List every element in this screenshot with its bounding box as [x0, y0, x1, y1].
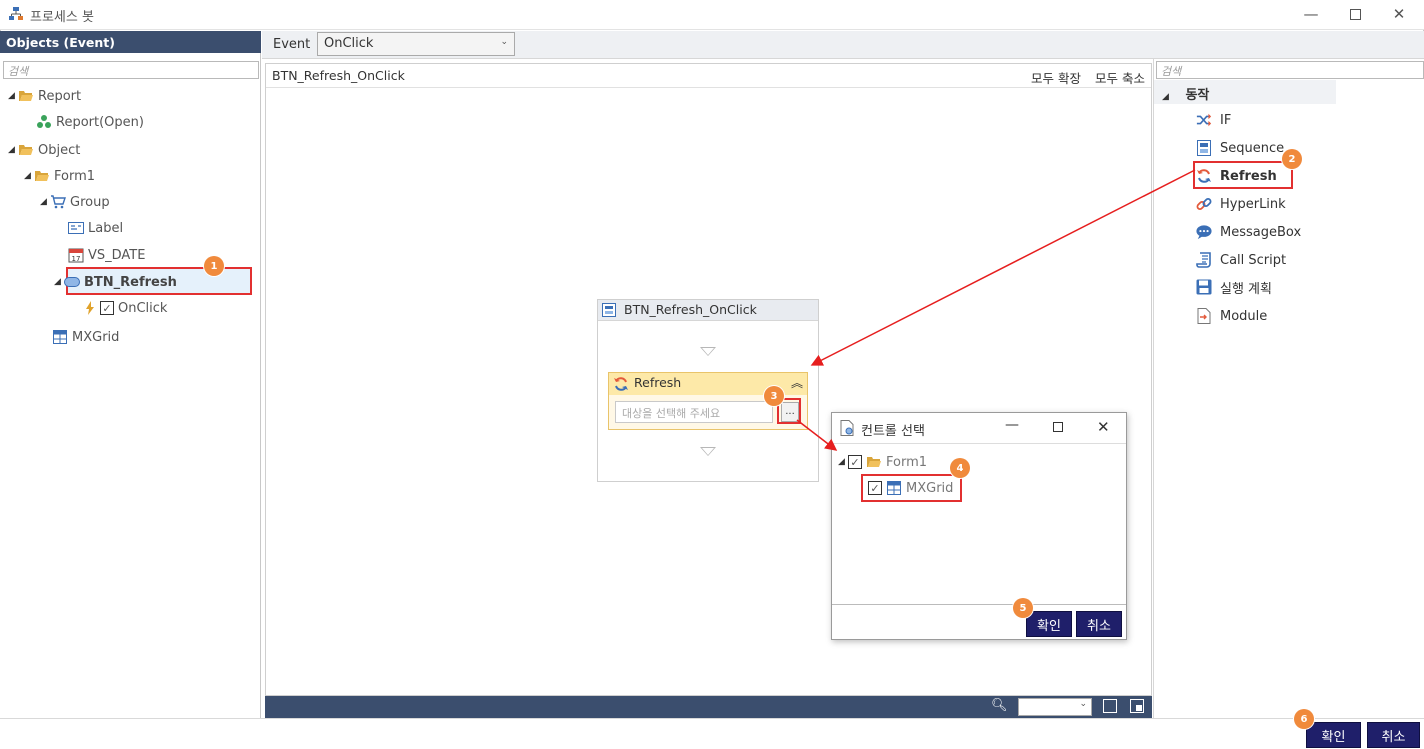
step-badge-4: 4	[950, 458, 970, 478]
step-badge-2: 2	[1282, 149, 1302, 169]
step-badge-1: 1	[204, 256, 224, 276]
arrow-button-to-dialog	[796, 419, 838, 451]
step-badge-6: 6	[1294, 709, 1314, 729]
arrow-refresh-to-node	[810, 169, 1196, 366]
step-badge-5: 5	[1013, 598, 1033, 618]
step-badge-3: 3	[764, 386, 784, 406]
annotation-arrows	[796, 169, 1196, 451]
